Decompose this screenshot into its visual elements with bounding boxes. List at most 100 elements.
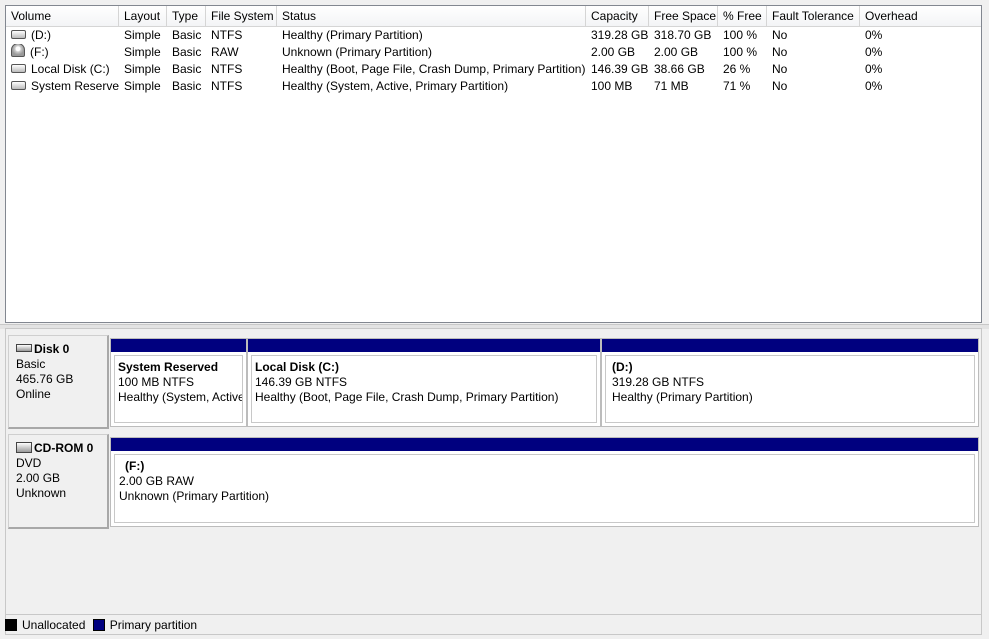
overhead-cell: 0% [865,62,883,76]
column-header-overhead[interactable]: Overhead [860,6,981,26]
fault-tolerance-cell: No [772,79,788,93]
partition-info: System Reserved 100 MB NTFS Healthy (Sys… [114,355,243,423]
drive-icon [11,64,26,74]
hard-disk-icon [16,344,32,353]
legend-primary-label: Primary partition [109,618,198,632]
cd-rom-0-title: CD-ROM 0 [16,441,107,456]
file-system-cell: NTFS [211,62,243,76]
capacity-cell: 319.28 GB [591,28,649,42]
layout-cell: Simple [124,45,161,59]
overhead-cell: 0% [865,79,883,93]
primary-partition-bar [248,339,600,352]
partition-status: Unknown (Primary Partition) [119,489,270,503]
cd-rom-icon [16,441,32,453]
partition-name: Local Disk (C:) [255,360,340,374]
volume-name: Local Disk (C:) [31,62,110,76]
disk-0-title: Disk 0 [16,342,107,357]
overhead-cell: 0% [865,28,883,42]
primary-partition-bar [111,339,246,352]
column-header-layout[interactable]: Layout [119,6,167,26]
status-cell: Unknown (Primary Partition) [282,45,433,59]
disk-size: 2.00 GB [16,471,61,485]
column-header-status[interactable]: Status [277,6,586,26]
primary-partition-bar [111,438,978,451]
disk-size: 465.76 GB [16,372,74,386]
volume-list[interactable]: Volume Layout Type File System Status Ca… [5,5,982,323]
percent-free-cell: 71 % [723,79,751,93]
volume-row-f[interactable]: (F:) Simple Basic RAW Unknown (Primary P… [6,44,981,61]
partition-filesystem: 2.00 GB RAW [119,474,194,488]
partition-filesystem: 146.39 GB NTFS [255,375,348,389]
fault-tolerance-cell: No [772,62,788,76]
type-cell: Basic [172,62,202,76]
partition-status: Healthy (System, Active, Primary Partiti… [118,390,242,404]
type-cell: Basic [172,28,202,42]
column-header-volume[interactable]: Volume [6,6,119,26]
partition-d[interactable]: (D:) 319.28 GB NTFS Healthy (Primary Par… [601,338,979,427]
percent-free-cell: 26 % [723,62,751,76]
file-system-cell: NTFS [211,79,243,93]
capacity-cell: 146.39 GB [591,62,649,76]
column-header-free-space[interactable]: Free Space [649,6,718,26]
cd-rom-0-label[interactable]: CD-ROM 0 DVD 2.00 GB Unknown [8,434,109,529]
volume-name: (F:) [30,45,49,59]
fault-tolerance-cell: No [772,28,788,42]
column-header-row: Volume Layout Type File System Status Ca… [6,6,981,27]
disk-name: Disk 0 [34,342,70,356]
layout-cell: Simple [124,62,161,76]
column-header-fault-tolerance[interactable]: Fault Tolerance [767,6,860,26]
layout-cell: Simple [124,79,161,93]
partition-local-disk-c[interactable]: Local Disk (C:) 146.39 GB NTFS Healthy (… [247,338,601,427]
partition-info: (D:) 319.28 GB NTFS Healthy (Primary Par… [605,355,975,423]
partition-status: Healthy (Primary Partition) [612,390,753,404]
column-header-capacity[interactable]: Capacity [586,6,649,26]
free-space-cell: 38.66 GB [654,62,705,76]
partition-info: Local Disk (C:) 146.39 GB NTFS Healthy (… [251,355,597,423]
file-system-cell: NTFS [211,28,243,42]
partition-name: System Reserved [118,360,219,374]
disk-type: Basic [16,357,46,371]
free-space-cell: 2.00 GB [654,45,699,59]
drive-icon [11,81,26,91]
unallocated-swatch [5,618,17,631]
capacity-cell: 2.00 GB [591,45,636,59]
free-space-cell: 71 MB [654,79,689,93]
cd-drive-icon [11,44,25,58]
volume-row-c[interactable]: Local Disk (C:) Simple Basic NTFS Health… [6,61,981,78]
partition-system-reserved[interactable]: System Reserved 100 MB NTFS Healthy (Sys… [110,338,247,427]
disk-0-label[interactable]: Disk 0 Basic 465.76 GB Online [8,335,109,429]
percent-free-cell: 100 % [723,28,758,42]
partition-filesystem: 100 MB NTFS [118,375,195,389]
disk-name: CD-ROM 0 [34,441,94,455]
volume-row-system-reserved[interactable]: System Reserved Simple Basic NTFS Health… [6,78,981,95]
primary-partition-swatch [92,618,105,631]
volume-row-d[interactable]: (D:) Simple Basic NTFS Healthy (Primary … [6,27,981,44]
column-header-percent-free[interactable]: % Free [718,6,767,26]
fault-tolerance-cell: No [772,45,788,59]
partition-name: (D:) [612,360,633,374]
capacity-cell: 100 MB [591,79,633,93]
partition-info: (F:) 2.00 GB RAW Unknown (Primary Partit… [114,454,975,523]
partition-status: Healthy (Boot, Page File, Crash Dump, Pr… [255,390,559,404]
disk-status: Online [16,387,51,401]
partition-name: (F:) [125,459,145,473]
column-header-file-system[interactable]: File System [206,6,277,26]
percent-free-cell: 100 % [723,45,758,59]
volume-cell: (F:) [6,44,119,61]
column-header-type[interactable]: Type [167,6,206,26]
layout-cell: Simple [124,28,161,42]
free-space-cell: 318.70 GB [654,28,712,42]
volume-cell: System Reserved [6,78,119,95]
disk-status: Unknown [16,486,67,500]
legend: Unallocated Primary partition [5,614,982,635]
status-cell: Healthy (System, Active, Primary Partiti… [282,79,509,93]
volume-name: (D:) [31,28,51,42]
file-system-cell: RAW [211,45,239,59]
primary-partition-bar [602,339,978,352]
type-cell: Basic [172,45,202,59]
type-cell: Basic [172,79,202,93]
status-cell: Healthy (Primary Partition) [282,28,423,42]
drive-icon [11,30,26,40]
legend-unallocated-label: Unallocated [22,618,86,632]
partition-f[interactable]: (F:) 2.00 GB RAW Unknown (Primary Partit… [110,437,979,527]
